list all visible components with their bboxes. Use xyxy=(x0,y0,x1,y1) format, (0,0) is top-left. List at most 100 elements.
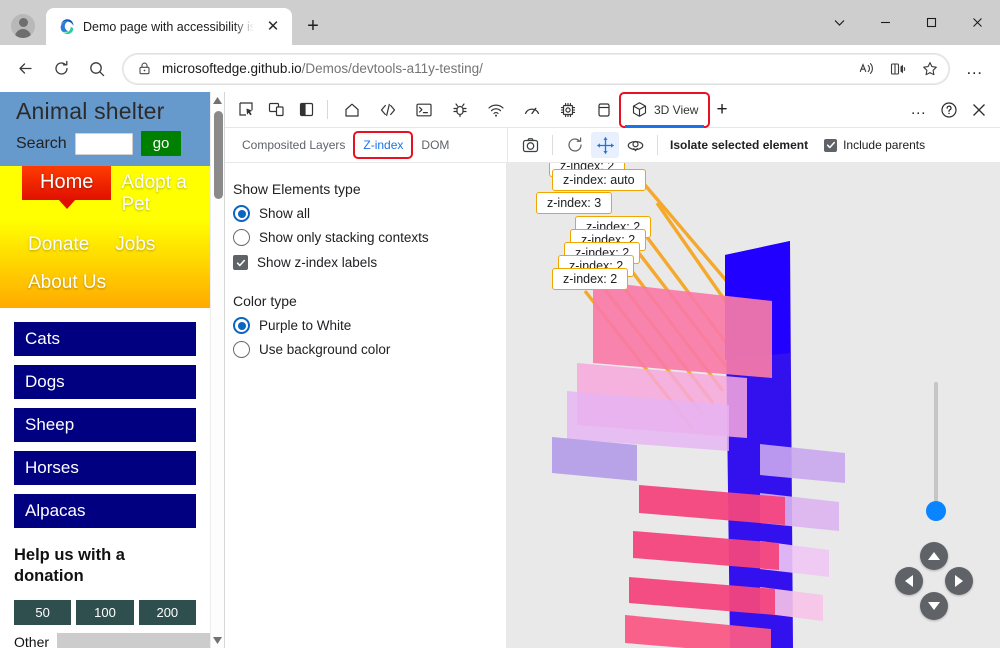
minimize-button[interactable] xyxy=(862,0,908,45)
category-button-horses[interactable]: Horses xyxy=(14,451,196,485)
3d-view-tab[interactable]: 3D View xyxy=(622,95,707,125)
more-ellipsis-icon: … xyxy=(910,102,928,118)
subtab-composited-layers[interactable]: Composited Layers xyxy=(235,134,352,156)
search-go-button[interactable]: go xyxy=(141,131,182,156)
tab-close-icon[interactable]: ✕ xyxy=(262,16,284,38)
address-bar[interactable]: microsoftedge.github.io/Demos/devtools-a… xyxy=(122,53,950,85)
network-tab[interactable] xyxy=(478,95,514,125)
devtools-more-button[interactable]: … xyxy=(904,96,934,124)
site-information-lock-icon[interactable] xyxy=(137,61,152,76)
inspect-element-icon[interactable] xyxy=(231,96,261,124)
category-button-sheep[interactable]: Sheep xyxy=(14,408,196,442)
new-tab-button[interactable]: + xyxy=(297,10,329,42)
performance-tab[interactable] xyxy=(514,95,550,125)
donation-amount-50[interactable]: 50 xyxy=(14,600,71,625)
nav-item-home[interactable]: Home xyxy=(22,166,111,200)
show-z-index-labels-label: Show z-index labels xyxy=(257,255,377,270)
scrollbar-track[interactable] xyxy=(211,108,225,632)
site-search: Search go xyxy=(0,125,210,156)
back-button[interactable] xyxy=(8,52,42,86)
radio-stacking-contexts-label: Show only stacking contexts xyxy=(259,230,429,245)
donation-amount-200[interactable]: 200 xyxy=(139,600,196,625)
read-aloud-icon[interactable] xyxy=(851,55,881,83)
devtools-help-button[interactable] xyxy=(934,96,964,124)
device-emulation-icon[interactable] xyxy=(261,96,291,124)
radio-selected-icon xyxy=(233,205,250,222)
3d-view-actions: Isolate selected element Include parents xyxy=(507,128,1000,162)
nav-item-donate[interactable]: Donate xyxy=(26,228,91,262)
donation-other-row: Other xyxy=(14,633,196,648)
search-icon[interactable] xyxy=(80,52,114,86)
nav-item-about-us[interactable]: About Us xyxy=(26,266,210,300)
rotate-view-icon[interactable] xyxy=(621,132,649,158)
url-text[interactable]: microsoftedge.github.io/Demos/devtools-a… xyxy=(162,61,841,76)
pan-left-button[interactable] xyxy=(895,567,923,595)
depth-slider[interactable] xyxy=(928,382,944,522)
category-button-cats[interactable]: Cats xyxy=(14,322,196,356)
search-label: Search xyxy=(16,135,67,153)
pan-move-icon[interactable] xyxy=(591,132,619,158)
donation-amount-100[interactable]: 100 xyxy=(76,600,133,625)
radio-purple-to-white[interactable]: Purple to White xyxy=(233,317,506,334)
omnibox-actions xyxy=(851,55,945,83)
triangle-right-icon xyxy=(955,575,963,587)
nav-item-adopt-a-pet[interactable]: Adopt a Pet xyxy=(119,166,210,222)
action-divider-2 xyxy=(657,135,658,155)
refresh-button[interactable] xyxy=(44,52,78,86)
tab-actions-chevron-down-icon[interactable] xyxy=(816,0,862,45)
scroll-up-arrow-icon[interactable] xyxy=(213,92,222,108)
scroll-down-arrow-icon[interactable] xyxy=(213,632,222,648)
radio-show-only-stacking-contexts[interactable]: Show only stacking contexts xyxy=(233,229,506,246)
browser-settings-button[interactable]: … xyxy=(958,52,992,86)
add-panel-button[interactable]: + xyxy=(707,95,736,125)
browser-window: Demo page with accessibility issues ✕ + xyxy=(0,0,1000,648)
donation-amounts: 50 100 200 xyxy=(14,600,196,625)
donation-title: Help us with a donation xyxy=(14,545,196,586)
subtab-z-index[interactable]: Z-index xyxy=(356,134,410,156)
color-type-title: Color type xyxy=(233,293,506,309)
console-tab[interactable] xyxy=(406,95,442,125)
layer-purple-2 xyxy=(552,437,637,481)
include-parents-checkbox[interactable]: Include parents xyxy=(824,138,925,152)
devtools-close-button[interactable] xyxy=(964,96,994,124)
dock-side-icon[interactable] xyxy=(291,96,321,124)
radio-use-background-color[interactable]: Use background color xyxy=(233,341,506,358)
radio-show-all[interactable]: Show all xyxy=(233,205,506,222)
memory-tab[interactable] xyxy=(586,95,622,125)
3d-view-canvas[interactable]: z-index: 2 z-index: auto z-index: 3 z-in… xyxy=(507,163,1000,648)
profile-button[interactable] xyxy=(0,7,46,45)
reset-view-icon[interactable] xyxy=(561,132,589,158)
isolate-selected-element-label[interactable]: Isolate selected element xyxy=(670,138,808,152)
code-icon xyxy=(379,101,397,119)
pan-right-button[interactable] xyxy=(945,567,973,595)
subtab-dom[interactable]: DOM xyxy=(414,134,456,156)
slider-thumb[interactable] xyxy=(926,501,946,521)
category-button-dogs[interactable]: Dogs xyxy=(14,365,196,399)
screenshot-camera-icon[interactable] xyxy=(516,132,544,158)
checkbox-checked-icon xyxy=(824,139,837,152)
nav-item-jobs[interactable]: Jobs xyxy=(113,228,157,262)
welcome-tab[interactable] xyxy=(334,95,370,125)
maximize-button[interactable] xyxy=(908,0,954,45)
triangle-down-icon xyxy=(928,602,940,610)
window-controls xyxy=(816,0,1000,45)
donation-other-input[interactable] xyxy=(57,633,210,648)
page-scrollbar[interactable] xyxy=(210,92,224,648)
scrollbar-thumb[interactable] xyxy=(214,111,223,199)
pan-up-button[interactable] xyxy=(920,542,948,570)
checkbox-show-z-index-labels[interactable]: Show z-index labels xyxy=(233,255,506,270)
application-tab[interactable] xyxy=(550,95,586,125)
radio-use-background-color-label: Use background color xyxy=(259,342,390,357)
close-window-button[interactable] xyxy=(954,0,1000,45)
elements-tab[interactable] xyxy=(370,95,406,125)
immersive-reader-icon[interactable] xyxy=(883,55,913,83)
sources-tab[interactable] xyxy=(442,95,478,125)
edge-logo-icon xyxy=(58,18,75,35)
category-button-alpacas[interactable]: Alpacas xyxy=(14,494,196,528)
search-input[interactable] xyxy=(75,133,133,155)
slider-track[interactable] xyxy=(934,382,938,512)
favorites-star-icon[interactable] xyxy=(915,55,945,83)
gear-chip-icon xyxy=(559,101,577,119)
browser-tab[interactable]: Demo page with accessibility issues ✕ xyxy=(46,8,292,45)
pan-down-button[interactable] xyxy=(920,592,948,620)
